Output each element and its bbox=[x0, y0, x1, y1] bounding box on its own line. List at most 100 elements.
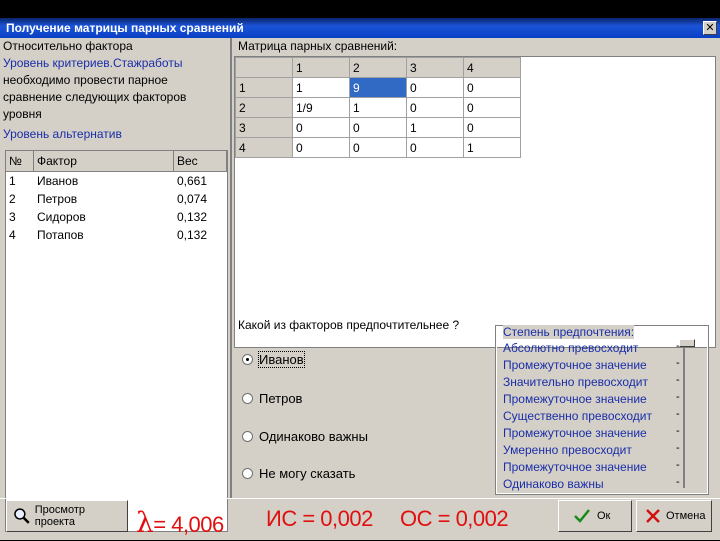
close-button[interactable]: ✕ bbox=[703, 21, 717, 35]
instruction-line-3: уровня bbox=[3, 107, 42, 121]
panel-splitter[interactable] bbox=[230, 38, 232, 498]
dialog-client-area: Относительно фактора Уровень критериев.С… bbox=[0, 38, 720, 540]
column-header-factor[interactable]: Фактор bbox=[34, 151, 174, 171]
cross-icon bbox=[646, 509, 660, 523]
matrix-grid: 1 2 3 4 1 1 9 0 0 2 1/9 1 0 0 3 0 0 1 0 … bbox=[235, 57, 521, 158]
radio-label: Иванов bbox=[258, 351, 305, 368]
item-weight: 0,132 bbox=[177, 210, 208, 224]
item-number: 3 bbox=[9, 210, 16, 224]
matrix-label: Матрица парных сравнений: bbox=[238, 39, 398, 53]
item-weight: 0,661 bbox=[177, 174, 208, 188]
item-factor: Петров bbox=[37, 192, 78, 206]
matrix-cell[interactable]: 0 bbox=[463, 77, 521, 98]
radio-checked-icon bbox=[242, 354, 253, 365]
matrix-cell[interactable]: 0 bbox=[292, 117, 350, 138]
list-item[interactable]: 4 Потапов 0,132 bbox=[6, 226, 227, 244]
close-icon: ✕ bbox=[705, 22, 715, 34]
view-project-label: Просмотр проекта bbox=[34, 504, 85, 528]
alternatives-level-label: Уровень альтернатив bbox=[3, 127, 122, 141]
factor-list[interactable]: № Фактор Вес 1 Иванов 0,661 2 Петров 0,0… bbox=[5, 150, 228, 532]
oc-metric: ОС = 0,002 bbox=[400, 506, 509, 531]
factor-list-header: № Фактор Вес bbox=[6, 151, 227, 172]
matrix-cell[interactable]: 1 bbox=[349, 97, 407, 118]
item-factor: Потапов bbox=[37, 228, 84, 242]
radio-option-equal[interactable]: Одинаково важны bbox=[242, 429, 368, 444]
radio-option-ivanov[interactable]: Иванов bbox=[242, 351, 305, 368]
matrix-cell[interactable]: 0 bbox=[349, 117, 407, 138]
matrix-row-header: 3 bbox=[235, 117, 293, 138]
item-factor: Иванов bbox=[37, 174, 79, 188]
preference-slider-thumb[interactable] bbox=[679, 339, 695, 347]
matrix-cell[interactable]: 0 bbox=[406, 137, 464, 158]
matrix-col-header: 2 bbox=[349, 57, 407, 78]
preference-level: Умеренно превосходит bbox=[503, 443, 632, 457]
item-weight: 0,132 bbox=[177, 228, 208, 242]
preference-degree-group: Степень предпочтения: Абсолютно превосхо… bbox=[495, 325, 709, 495]
matrix-col-header: 1 bbox=[292, 57, 350, 78]
matrix-row-header: 4 bbox=[235, 137, 293, 158]
matrix-row-header: 1 bbox=[235, 77, 293, 98]
lambda-value: = 4,006 bbox=[153, 512, 224, 537]
matrix-cell[interactable]: 1 bbox=[463, 137, 521, 158]
radio-unchecked-icon bbox=[242, 431, 253, 442]
item-number: 4 bbox=[9, 228, 16, 242]
item-number: 1 bbox=[9, 174, 16, 188]
matrix-col-header: 4 bbox=[463, 57, 521, 78]
instruction-line-2: сравнение следующих факторов bbox=[3, 90, 187, 104]
item-factor: Сидоров bbox=[37, 210, 86, 224]
item-number: 2 bbox=[9, 192, 16, 206]
checkmark-icon bbox=[574, 509, 590, 523]
matrix-col-header: 3 bbox=[406, 57, 464, 78]
list-item[interactable]: 3 Сидоров 0,132 bbox=[6, 208, 227, 226]
radio-option-unknown[interactable]: Не могу сказать bbox=[242, 466, 355, 481]
matrix-cell[interactable]: 1/9 bbox=[292, 97, 350, 118]
slider-tick: - bbox=[676, 374, 680, 386]
preference-level: Промежуточное значение bbox=[503, 426, 647, 440]
list-item[interactable]: 2 Петров 0,074 bbox=[6, 190, 227, 208]
matrix-cell[interactable]: 0 bbox=[349, 137, 407, 158]
lambda-metric: λ= 4,006 bbox=[136, 506, 224, 539]
slider-tick: - bbox=[676, 391, 680, 403]
preference-level: Промежуточное значение bbox=[503, 460, 647, 474]
comparison-matrix[interactable]: 1 2 3 4 1 1 9 0 0 2 1/9 1 0 0 3 0 0 1 0 … bbox=[234, 56, 716, 348]
preference-level: Промежуточное значение bbox=[503, 358, 647, 372]
preference-level: Существенно превосходит bbox=[503, 409, 652, 423]
radio-label: Одинаково важны bbox=[259, 429, 368, 444]
matrix-cell[interactable]: 0 bbox=[406, 77, 464, 98]
radio-label: Не могу сказать bbox=[259, 466, 356, 481]
radio-label: Петров bbox=[259, 391, 303, 406]
criteria-level-label: Уровень критериев.Стажработы bbox=[3, 56, 183, 70]
matrix-cell[interactable]: 0 bbox=[292, 137, 350, 158]
ic-metric: ИС = 0,002 bbox=[266, 506, 373, 531]
cancel-button[interactable]: Отмена bbox=[636, 500, 712, 532]
radio-unchecked-icon bbox=[242, 468, 253, 479]
slider-tick: - bbox=[676, 476, 680, 488]
column-header-number[interactable]: № bbox=[6, 151, 34, 171]
radio-option-petrov[interactable]: Петров bbox=[242, 391, 302, 406]
matrix-cell[interactable]: 1 bbox=[292, 77, 350, 98]
view-project-button[interactable]: Просмотр проекта bbox=[6, 500, 128, 532]
preference-slider-track[interactable] bbox=[683, 342, 685, 488]
slider-tick: - bbox=[676, 357, 680, 369]
preference-level: Промежуточное значение bbox=[503, 392, 647, 406]
window-title: Получение матрицы парных сравнений bbox=[6, 21, 244, 35]
instruction-line-1: необходимо провести парное bbox=[3, 73, 168, 87]
relative-label: Относительно фактора bbox=[3, 39, 133, 53]
matrix-cell[interactable]: 0 bbox=[406, 97, 464, 118]
list-item[interactable]: 1 Иванов 0,661 bbox=[6, 172, 227, 190]
matrix-cell[interactable]: 0 bbox=[463, 117, 521, 138]
lambda-symbol: λ bbox=[136, 506, 154, 539]
ok-button[interactable]: Ок bbox=[558, 500, 632, 532]
column-header-weight[interactable]: Вес bbox=[174, 151, 227, 171]
preference-level: Абсолютно превосходит bbox=[503, 341, 639, 355]
preference-level: Значительно превосходит bbox=[503, 375, 649, 389]
matrix-corner bbox=[235, 57, 293, 78]
window-titlebar: Получение матрицы парных сравнений bbox=[0, 18, 720, 38]
matrix-cell[interactable]: 1 bbox=[406, 117, 464, 138]
factor-info: Относительно фактора Уровень критериев.С… bbox=[3, 38, 228, 148]
ok-label: Ок bbox=[597, 510, 611, 522]
matrix-cell-selected[interactable]: 9 bbox=[349, 77, 407, 98]
slider-tick: - bbox=[676, 442, 680, 454]
matrix-cell[interactable]: 0 bbox=[463, 97, 521, 118]
radio-unchecked-icon bbox=[242, 393, 253, 404]
